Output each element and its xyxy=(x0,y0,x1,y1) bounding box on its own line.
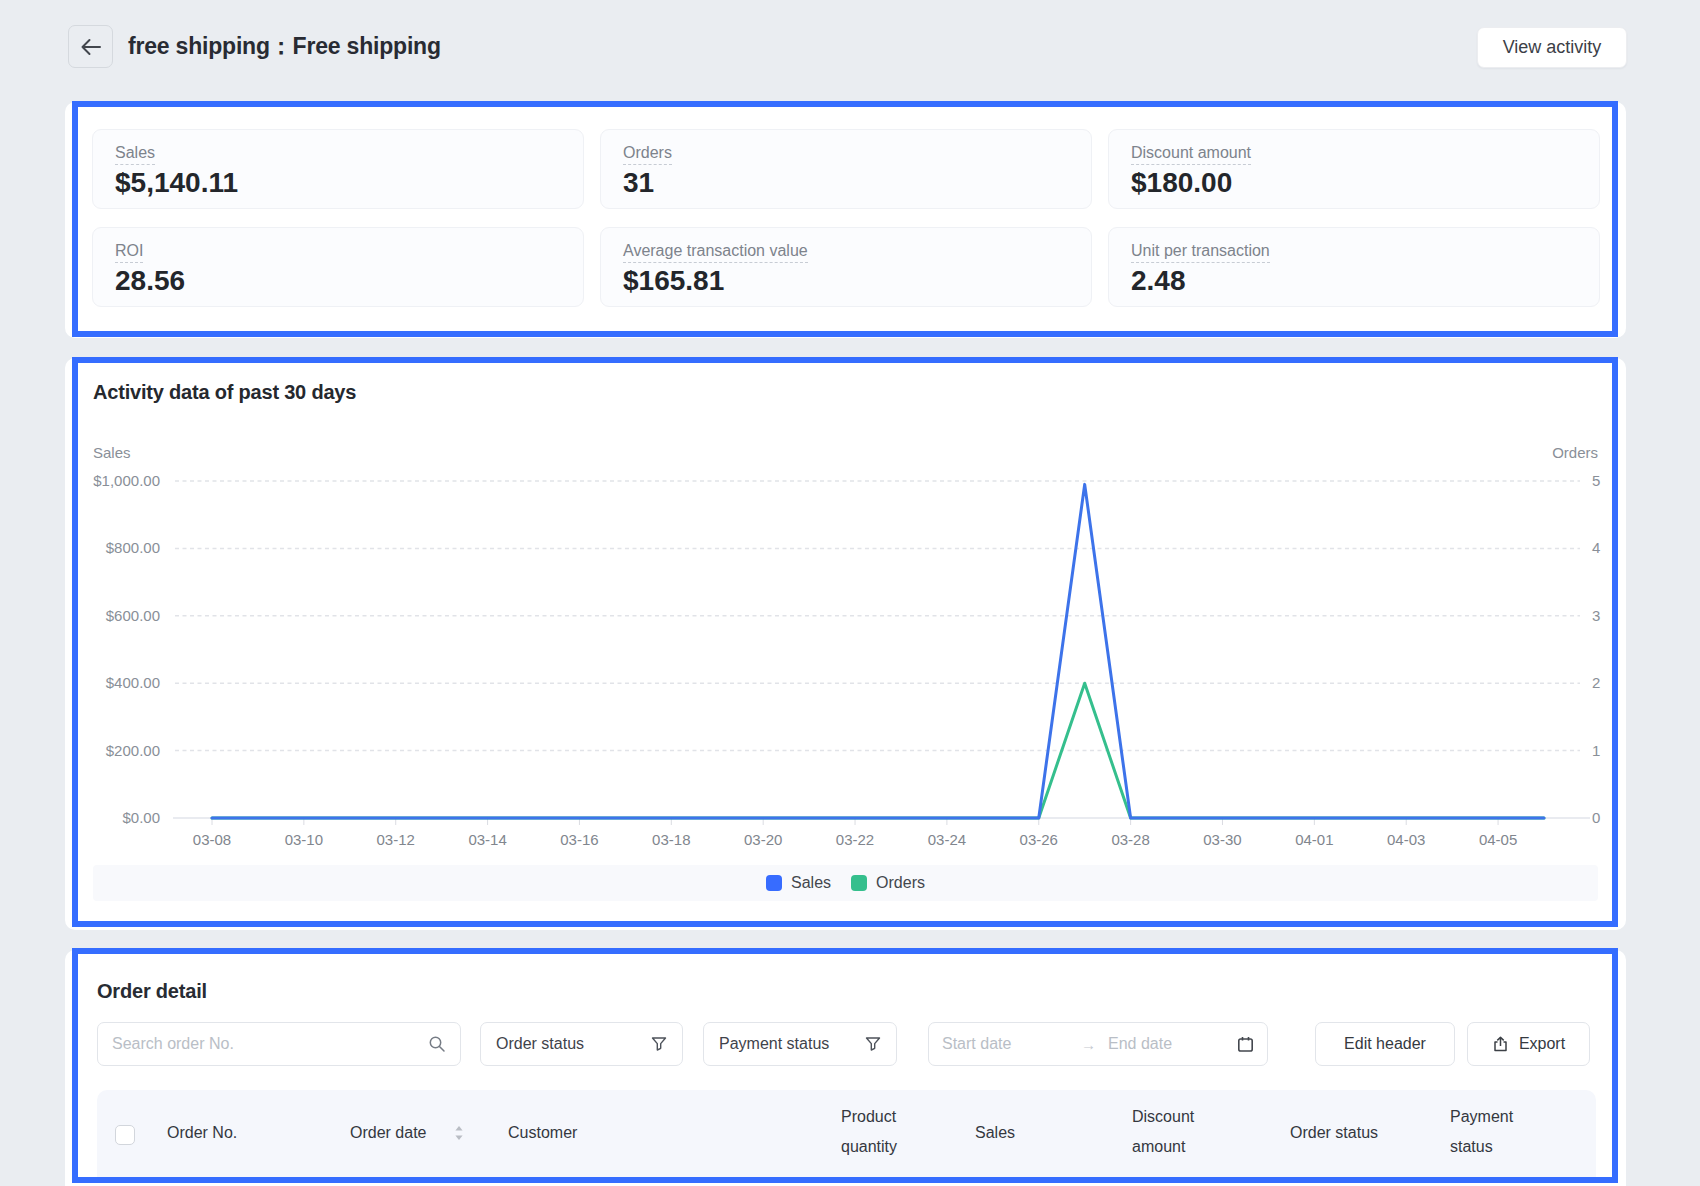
x-tick-label: 03-20 xyxy=(744,831,782,848)
search-order-input[interactable]: Search order No. xyxy=(97,1022,461,1066)
stat-card-sales: Sales$5,140.11 xyxy=(92,129,584,209)
view-activity-button[interactable]: View activity xyxy=(1477,27,1627,68)
right-tick-label: 3 xyxy=(1592,607,1600,624)
column-header-product-quantity[interactable]: Productquantity xyxy=(841,1102,897,1162)
x-tick-label: 04-03 xyxy=(1387,831,1425,848)
edit-header-button[interactable]: Edit header xyxy=(1315,1022,1455,1066)
left-tick-label: $800.00 xyxy=(106,539,160,556)
x-tick-label: 03-10 xyxy=(285,831,323,848)
order-detail-panel: Order detail Search order No. Order stat… xyxy=(65,950,1626,1186)
left-axis-title: Sales xyxy=(93,444,131,461)
orders-legend-swatch xyxy=(851,875,867,891)
back-button[interactable] xyxy=(68,25,113,68)
chart-panel: $1,000.00 $800.00 $600.00 $400.00 $200.00 $0.… xyxy=(65,358,1626,930)
payment-status-filter[interactable]: Payment status xyxy=(703,1022,897,1066)
column-header-order-status[interactable]: Order status xyxy=(1290,1118,1378,1148)
left-tick-label: $0.00 xyxy=(122,809,160,826)
order-status-filter[interactable]: Order status xyxy=(480,1022,683,1066)
series-line-orders xyxy=(212,683,1544,818)
back-arrow-icon xyxy=(78,35,103,59)
column-header-order-date[interactable]: Order date xyxy=(350,1118,426,1148)
column-header-discount-amount[interactable]: Discountamount xyxy=(1132,1102,1194,1162)
x-tick-label: 03-16 xyxy=(560,831,598,848)
stat-card-value: 31 xyxy=(623,167,1091,199)
x-tick-label: 04-05 xyxy=(1479,831,1517,848)
series-line-sales xyxy=(212,484,1544,818)
column-header-sales[interactable]: Sales xyxy=(975,1118,1015,1148)
sales-legend-swatch xyxy=(766,875,782,891)
left-tick-label: $1,000.00 xyxy=(93,472,160,489)
x-tick-label: 03-28 xyxy=(1111,831,1149,848)
orders-legend-label: Orders xyxy=(876,874,925,892)
date-range-arrow-icon: → xyxy=(1081,1036,1108,1053)
right-tick-label: 0 xyxy=(1592,809,1600,826)
order-table-header: Order No. Order date Customer Productquanti… xyxy=(97,1090,1596,1179)
x-tick-label: 04-01 xyxy=(1295,831,1333,848)
right-tick-label: 2 xyxy=(1592,674,1600,691)
x-tick-label: 03-22 xyxy=(836,831,874,848)
end-date-placeholder: End date xyxy=(1108,1035,1237,1053)
search-placeholder: Search order No. xyxy=(112,1035,234,1053)
column-header-customer[interactable]: Customer xyxy=(508,1118,577,1148)
calendar-icon xyxy=(1237,1036,1254,1053)
right-tick-label: 1 xyxy=(1592,742,1600,759)
sales-legend-label: Sales xyxy=(791,874,831,892)
x-tick-label: 03-14 xyxy=(468,831,506,848)
filter-funnel-icon xyxy=(865,1036,881,1052)
legend-item-orders[interactable]: Orders xyxy=(851,874,925,892)
stat-card-label: Discount amount xyxy=(1131,145,1251,165)
x-tick-label: 03-08 xyxy=(193,831,231,848)
sort-icon[interactable] xyxy=(453,1124,465,1142)
right-tick-label: 4 xyxy=(1592,539,1600,556)
select-all-checkbox[interactable] xyxy=(115,1125,135,1145)
activity-chart: $1,000.00 $800.00 $600.00 $400.00 $200.00 $0.… xyxy=(65,358,1626,930)
x-tick-label: 03-12 xyxy=(377,831,415,848)
page-title: free shipping：Free shipping xyxy=(128,31,441,62)
right-axis-title: Orders xyxy=(1552,444,1598,461)
payment-status-filter-label: Payment status xyxy=(719,1035,829,1053)
order-status-filter-label: Order status xyxy=(496,1035,584,1053)
column-header-payment-status[interactable]: Paymentstatus xyxy=(1450,1102,1513,1162)
legend-item-sales[interactable]: Sales xyxy=(766,874,831,892)
stat-card-unit-per-transaction: Unit per transaction2.48 xyxy=(1108,227,1600,307)
order-detail-title: Order detail xyxy=(97,980,207,1003)
stat-card-value: $5,140.11 xyxy=(115,167,583,199)
date-range-picker[interactable]: Start date → End date xyxy=(928,1022,1268,1066)
left-tick-label: $200.00 xyxy=(106,742,160,759)
stat-card-label: Orders xyxy=(623,145,672,165)
export-icon xyxy=(1492,1036,1509,1053)
stat-card-discount-amount: Discount amount$180.00 xyxy=(1108,129,1600,209)
chart-title: Activity data of past 30 days xyxy=(93,381,356,404)
stat-card-value: $180.00 xyxy=(1131,167,1599,199)
left-tick-label: $400.00 xyxy=(106,674,160,691)
stat-card-label: ROI xyxy=(115,243,143,263)
page: free shipping：Free shipping View activit… xyxy=(0,0,1700,1186)
filter-funnel-icon xyxy=(651,1036,667,1052)
column-header-order-no-[interactable]: Order No. xyxy=(167,1118,237,1148)
edit-header-label: Edit header xyxy=(1344,1035,1426,1053)
x-tick-label: 03-30 xyxy=(1203,831,1241,848)
export-button[interactable]: Export xyxy=(1467,1022,1590,1066)
stat-card-label: Unit per transaction xyxy=(1131,243,1270,263)
search-icon xyxy=(428,1035,446,1053)
stat-card-roi: ROI28.56 xyxy=(92,227,584,307)
start-date-placeholder: Start date xyxy=(942,1035,1081,1053)
x-tick-label: 03-26 xyxy=(1020,831,1058,848)
stat-card-average-transaction-value: Average transaction value$165.81 xyxy=(600,227,1092,307)
stat-card-orders: Orders31 xyxy=(600,129,1092,209)
stat-card-value: $165.81 xyxy=(623,265,1091,297)
stat-card-label: Sales xyxy=(115,145,155,165)
stat-card-label: Average transaction value xyxy=(623,243,808,263)
left-tick-label: $600.00 xyxy=(106,607,160,624)
stat-card-value: 2.48 xyxy=(1131,265,1599,297)
stat-card-value: 28.56 xyxy=(115,265,583,297)
x-tick-label: 03-18 xyxy=(652,831,690,848)
right-tick-label: 5 xyxy=(1592,472,1600,489)
export-label: Export xyxy=(1519,1035,1565,1053)
chart-legend: Sales Orders xyxy=(93,865,1598,901)
x-tick-label: 03-24 xyxy=(928,831,966,848)
